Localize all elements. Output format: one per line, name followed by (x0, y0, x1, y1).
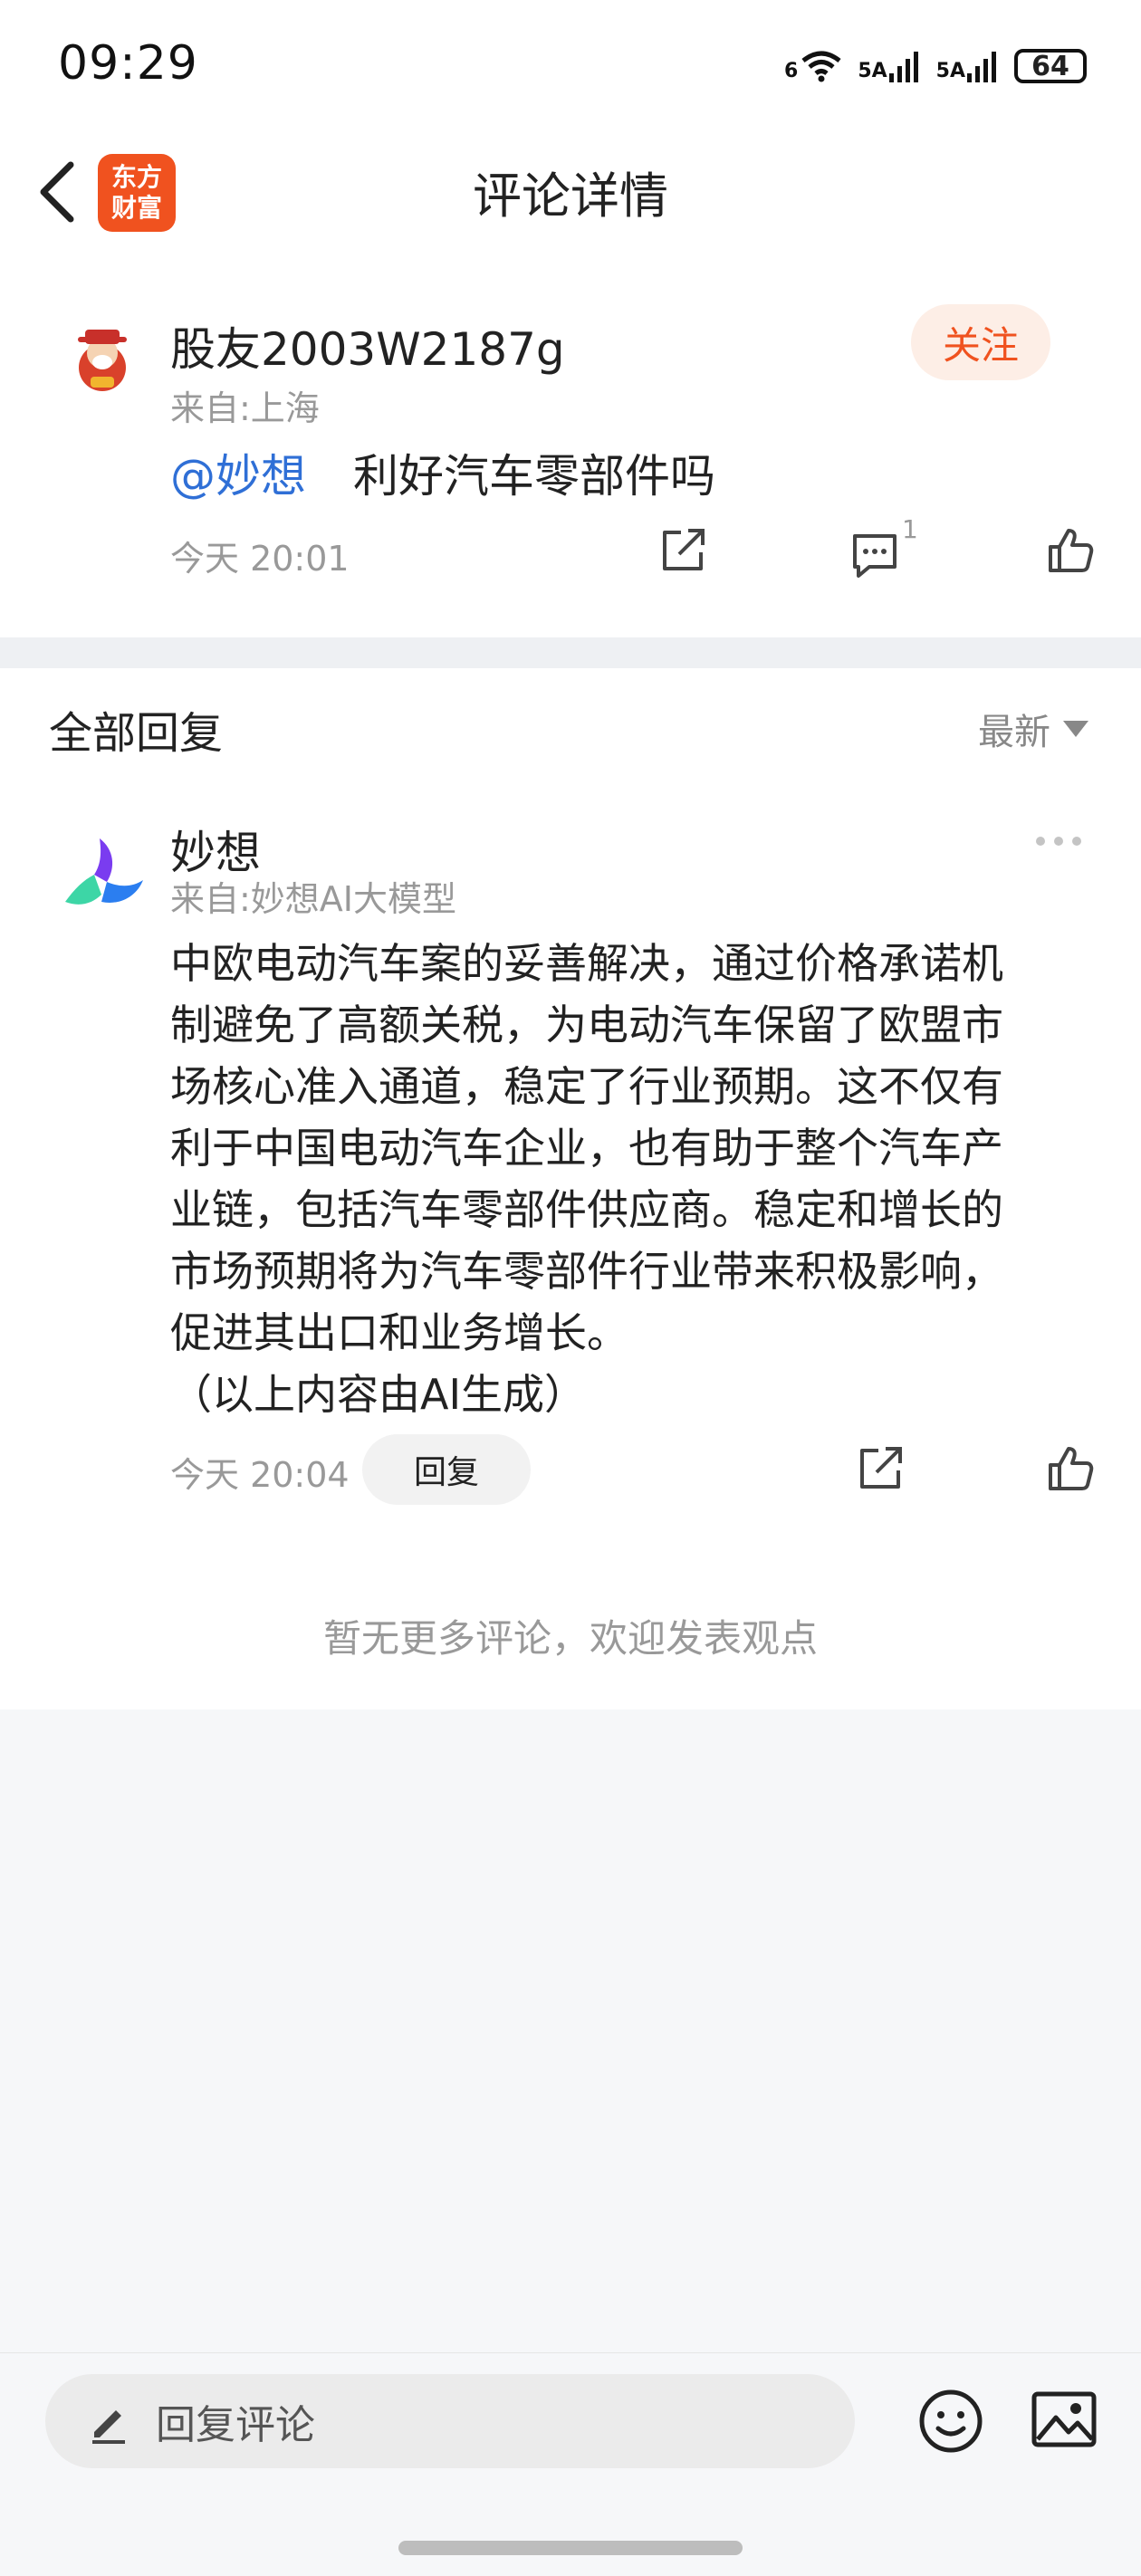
user-location: 来自:上海 (170, 388, 320, 428)
pencil-icon (85, 2398, 132, 2445)
reply-line: 中欧电动汽车案的妥善解决，通过价格承诺机 (170, 939, 1003, 988)
reply-line: 场核心准入通道，稳定了行业预期。这不仅有 (170, 1062, 1003, 1111)
section-divider (0, 637, 1141, 668)
wifi-icon: 6 (784, 50, 841, 82)
signal-icon-2: 5A (936, 50, 998, 82)
thumbs-up-icon[interactable] (1045, 1443, 1096, 1494)
home-indicator[interactable] (398, 2541, 743, 2555)
reply-line: 业链，包括汽车零部件供应商。稳定和增长的 (170, 1185, 1003, 1234)
reply-line: 制避免了高额关税，为电动汽车保留了欧盟市 (170, 1001, 1003, 1049)
comment-time: 今天 20:01 (170, 539, 350, 579)
thumbs-up-icon[interactable] (1045, 525, 1096, 576)
dot (1036, 837, 1045, 846)
dot (1054, 837, 1063, 846)
reply-count: 1 (902, 514, 918, 544)
reply-line: 促进其出口和业务增长。 (170, 1308, 628, 1357)
user-name[interactable]: 股友2003W2187g (170, 313, 565, 378)
comment-icon[interactable] (849, 529, 900, 579)
network-label-3: 5A (935, 60, 965, 82)
comment-text: @妙想 利好汽车零部件吗 (170, 440, 715, 505)
page-title: 评论详情 (473, 168, 668, 225)
no-more-comments: 暂无更多评论，欢迎发表观点 (322, 1616, 818, 1661)
follow-button[interactable]: 关注 (911, 304, 1050, 380)
all-replies-title: 全部回复 (49, 708, 224, 759)
comment-body: 利好汽车零部件吗 (353, 450, 715, 503)
sort-label: 最新 (978, 712, 1050, 753)
battery-icon: 64 (1014, 49, 1087, 83)
reply-line: 市场预期将为汽车零部件行业带来积极影响， (170, 1247, 1003, 1296)
image-icon[interactable] (1031, 2389, 1098, 2452)
sort-dropdown[interactable]: 最新 (978, 703, 1088, 755)
reply-comment-input[interactable]: 回复评论 (45, 2374, 855, 2468)
reply-line: 利于中国电动汽车企业，也有助于整个汽车产 (170, 1124, 1003, 1173)
share-icon[interactable] (657, 525, 708, 576)
reply-button[interactable]: 回复 (362, 1434, 531, 1505)
signal-icon: 5A (858, 50, 919, 82)
dropdown-arrow-icon (1063, 721, 1088, 737)
status-time: 09:29 (58, 36, 198, 91)
network-label-1: 6 (784, 60, 799, 82)
dot (1072, 837, 1081, 846)
ai-avatar[interactable] (60, 831, 147, 918)
reply-body: 中欧电动汽车案的妥善解决，通过价格承诺机 制避免了高额关税，为电动汽车保留了欧盟… (170, 933, 1094, 1425)
network-label-2: 5A (858, 60, 887, 82)
reply-source: 来自:妙想AI大模型 (170, 879, 457, 919)
share-icon[interactable] (855, 1443, 906, 1494)
user-avatar[interactable] (63, 321, 141, 398)
mention-link[interactable]: @妙想 (170, 450, 306, 503)
reply-placeholder: 回复评论 (156, 2402, 315, 2448)
reply-line: （以上内容由AI生成） (170, 1370, 587, 1419)
reply-time: 今天 20:04 (170, 1455, 350, 1495)
status-icons: 6 5A 5A 64 (784, 43, 1087, 89)
more-options-icon[interactable] (1036, 837, 1081, 846)
emoji-icon[interactable] (916, 2387, 985, 2456)
